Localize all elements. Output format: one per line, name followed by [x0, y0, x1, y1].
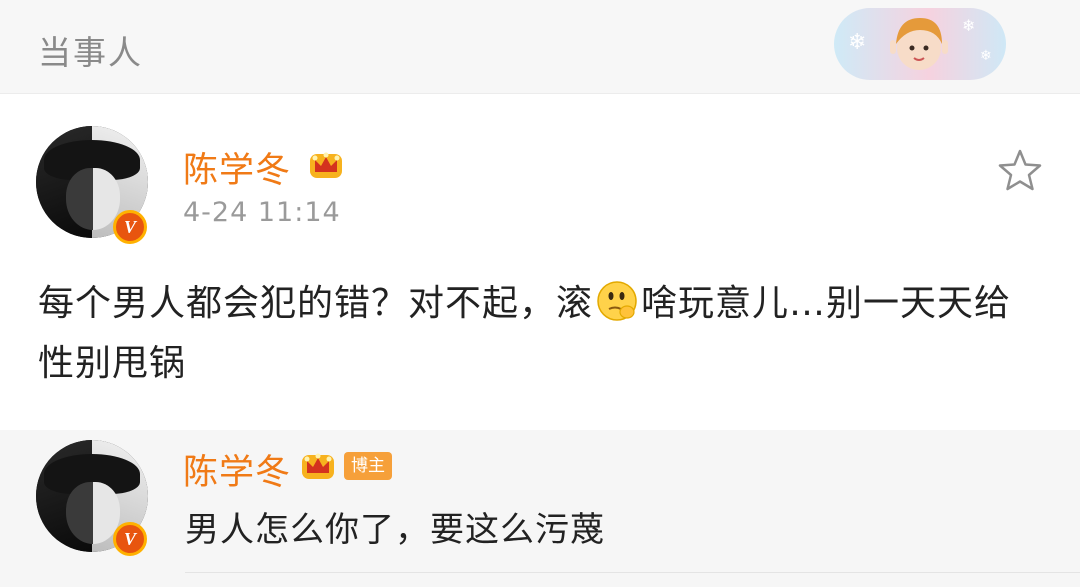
snowflake-icon: ❄: [962, 16, 976, 35]
banner-portrait-icon: [890, 18, 948, 70]
blogger-tag: 博主: [344, 452, 392, 480]
verified-v-icon: V: [113, 210, 147, 244]
header-bar: 当事人 ❄ ❄ ❄: [0, 0, 1080, 94]
header-banner[interactable]: ❄ ❄ ❄: [834, 8, 1006, 80]
post-text-part-1: 每个男人都会犯的错？对不起，滚: [38, 283, 594, 324]
snowflake-icon: ❄: [980, 48, 992, 64]
post-body: 每个男人都会犯的错？对不起，滚 啥玩意儿…别一天天给性别甩锅: [38, 274, 1048, 394]
star-icon[interactable]: [996, 146, 1044, 194]
comment-text: 男人怎么你了，要这么污蔑: [185, 510, 605, 550]
post-username[interactable]: 陈学冬: [183, 142, 291, 193]
verified-v-icon: V: [113, 522, 147, 556]
post-timestamp: 4-24 11:14: [183, 197, 341, 228]
crown-icon: [302, 453, 334, 479]
snowflake-icon: ❄: [848, 30, 867, 55]
comment-username[interactable]: 陈学冬: [183, 444, 291, 495]
page-title: 当事人: [38, 33, 143, 72]
divider: [185, 572, 1080, 573]
thinking-emoji: [597, 281, 637, 321]
crown-icon: [310, 152, 342, 178]
